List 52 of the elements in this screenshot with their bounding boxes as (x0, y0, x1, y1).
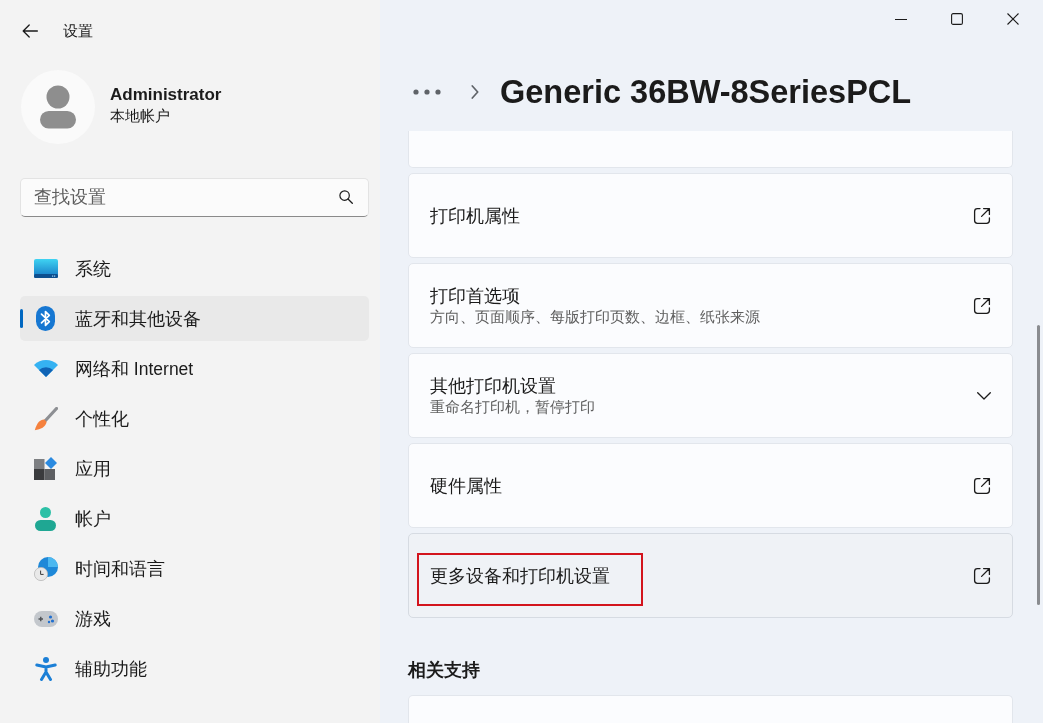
minimize-icon (895, 18, 907, 20)
more-icon (413, 89, 441, 95)
settings-card[interactable]: 打印机属性 (408, 173, 1013, 258)
settings-card[interactable] (408, 695, 1013, 723)
page-title: Generic 36BW-8SeriesPCL (500, 72, 912, 112)
globe-clock-icon (33, 556, 58, 581)
sidebar-item[interactable]: 系统 (20, 246, 369, 291)
window-title: 设置 (63, 21, 93, 41)
search-icon (339, 190, 353, 204)
section-heading: 相关支持 (408, 659, 481, 682)
avatar-icon (21, 70, 95, 144)
settings-card[interactable]: 更多设备和打印机设置 (408, 533, 1013, 618)
wifi-icon (33, 360, 58, 377)
card-title: 其他打印机设置 (430, 375, 557, 397)
sidebar-item[interactable]: 网络和 Internet (20, 346, 369, 391)
selection-indicator (20, 309, 23, 328)
bluetooth-icon (36, 306, 55, 331)
maximize-icon (951, 13, 963, 25)
card-title: 硬件属性 (430, 474, 503, 497)
paintbrush-icon (33, 406, 58, 431)
close-icon (1007, 13, 1019, 25)
person-icon (35, 506, 56, 531)
sidebar-item[interactable]: 蓝牙和其他设备 (20, 296, 369, 341)
external-link-icon (973, 206, 991, 225)
external-link-icon (973, 566, 991, 585)
search-field[interactable]: 查找设置 (20, 178, 369, 217)
card-subtitle: 重命名打印机，暂停打印 (430, 397, 596, 416)
accessibility-icon (34, 656, 57, 681)
settings-card[interactable] (408, 131, 1013, 168)
card-title: 更多设备和打印机设置 (430, 564, 611, 587)
sidebar-item[interactable]: 游戏 (20, 596, 369, 641)
sidebar-item[interactable]: 应用 (20, 446, 369, 491)
monitor-icon (33, 259, 58, 278)
scrollbar[interactable] (1037, 325, 1040, 605)
gamepad-icon (33, 610, 58, 627)
sidebar-item[interactable]: 辅助功能 (20, 646, 369, 691)
back-icon (22, 24, 38, 38)
card-title: 打印首选项 (430, 285, 521, 307)
card-subtitle: 方向、页面顺序、每版打印页数、边框、纸张来源 (430, 307, 761, 326)
external-link-icon (973, 296, 991, 315)
sidebar-item[interactable]: 个性化 (20, 396, 369, 441)
chevron-right-icon (471, 85, 479, 99)
apps-icon (34, 457, 57, 480)
account-name: Administrator (110, 83, 222, 106)
settings-card[interactable]: 其他打印机设置 重命名打印机，暂停打印 (408, 353, 1013, 438)
card-title: 打印机属性 (430, 204, 521, 227)
external-link-icon (973, 476, 991, 495)
settings-card[interactable]: 硬件属性 (408, 443, 1013, 528)
sidebar-item[interactable]: 时间和语言 (20, 546, 369, 591)
account-type: 本地帐户 (110, 105, 171, 125)
sidebar-item[interactable]: 帐户 (20, 496, 369, 541)
settings-card[interactable]: 打印首选项 方向、页面顺序、每版打印页数、边框、纸张来源 (408, 263, 1013, 348)
